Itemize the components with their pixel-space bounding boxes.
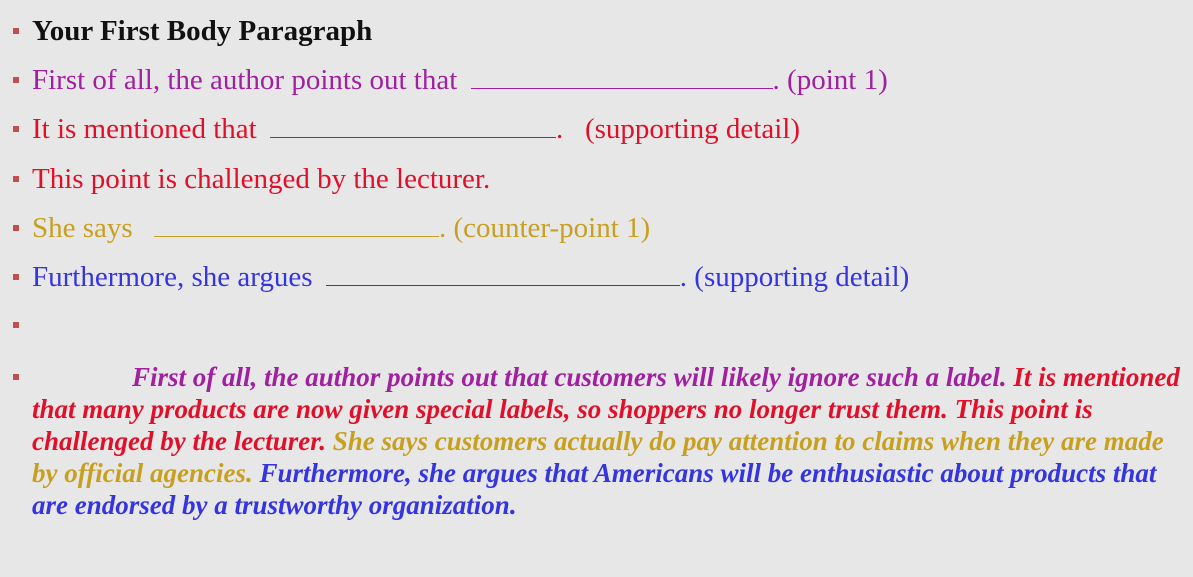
fill-in-blank bbox=[325, 263, 680, 286]
fill-in-blank bbox=[470, 66, 773, 89]
bullet bbox=[13, 225, 19, 231]
sample-paragraph: First of all, the author points out that… bbox=[32, 361, 1187, 521]
slide: Your First Body Paragraph First of all, … bbox=[0, 0, 1193, 577]
line-text: It is mentioned that bbox=[32, 113, 257, 145]
template-line-challenge: This point is challenged by the lecturer… bbox=[32, 162, 490, 196]
bullet bbox=[13, 274, 19, 280]
bullet bbox=[13, 28, 19, 34]
template-line-further-detail: Furthermore, she argues . (supporting de… bbox=[32, 260, 909, 294]
sentence-point-1: First of all, the author points out that… bbox=[132, 362, 1007, 392]
line-text: Furthermore, she argues bbox=[32, 261, 313, 293]
template-line-counter-point-1: She says . (counter-point 1) bbox=[32, 211, 650, 245]
line-text: First of all, the author points out that bbox=[32, 64, 458, 96]
line-annotation: . (point 1) bbox=[772, 64, 888, 96]
template-line-supporting-detail: It is mentioned that . (supporting detai… bbox=[32, 112, 800, 146]
bullet bbox=[13, 322, 19, 328]
bullet bbox=[13, 126, 19, 132]
template-line-point-1: First of all, the author points out that… bbox=[32, 63, 888, 97]
line-annotation: . (supporting detail) bbox=[555, 113, 801, 145]
line-annotation: . (supporting detail) bbox=[679, 261, 910, 293]
line-annotation: . (counter-point 1) bbox=[438, 212, 651, 244]
bullet bbox=[13, 176, 19, 182]
fill-in-blank bbox=[153, 214, 439, 237]
line-text: She says bbox=[32, 212, 133, 244]
bullet bbox=[13, 374, 19, 380]
slide-title: Your First Body Paragraph bbox=[32, 15, 373, 47]
line-text: This point is challenged by the lecturer… bbox=[32, 163, 491, 195]
fill-in-blank bbox=[269, 115, 556, 138]
bullet bbox=[13, 77, 19, 83]
